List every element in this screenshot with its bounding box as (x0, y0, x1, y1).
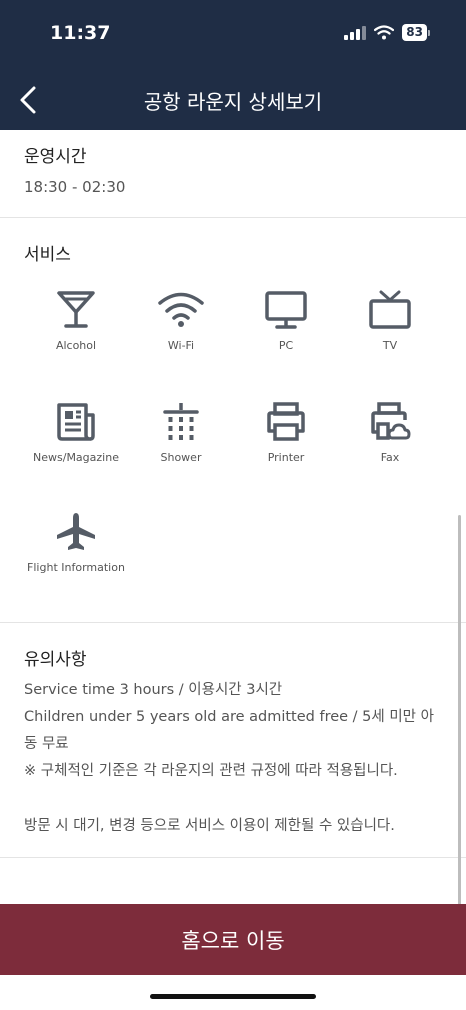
fax-icon (371, 402, 411, 440)
service-label: Alcohol (55, 339, 97, 352)
service-label: Shower (160, 451, 202, 464)
services-title: 서비스 (24, 245, 71, 265)
hours-title: 운영시간 (24, 147, 87, 167)
service-label: PC (278, 339, 294, 352)
note-line: 동 무료 (24, 736, 69, 752)
airplane-icon (57, 513, 95, 550)
service-label: Wi-Fi (167, 339, 195, 352)
status-indicators: 83 (344, 24, 430, 41)
service-fax: Fax (340, 402, 440, 464)
note-line: Children under 5 years old are admitted … (24, 709, 434, 725)
go-home-button[interactable]: 홈으로 이동 (0, 904, 466, 975)
printer-icon (267, 402, 305, 441)
notes-title: 유의사항 (24, 650, 87, 670)
wifi-icon (158, 292, 204, 327)
service-printer: Printer (236, 402, 336, 464)
wifi-status-icon (374, 25, 395, 40)
service-label: TV (382, 339, 398, 352)
hours-value: 18:30 - 02:30 (24, 178, 126, 196)
hours-section: 운영시간 18:30 - 02:30 (0, 130, 466, 218)
status-time: 11:37 (50, 22, 111, 44)
service-flight-information: Flight Information (26, 512, 126, 574)
notes-section: 유의사항 Service time 3 hours / 이용시간 3시간 Chi… (0, 623, 466, 858)
shower-icon (163, 403, 199, 440)
home-indicator (150, 994, 316, 999)
service-label: News/Magazine (33, 451, 119, 464)
monitor-icon (265, 291, 307, 329)
service-pc: PC (236, 290, 336, 352)
note-line: Service time 3 hours / 이용시간 3시간 (24, 682, 283, 698)
newspaper-icon (57, 403, 95, 441)
battery-level: 83 (402, 24, 427, 41)
scrollbar[interactable] (458, 515, 461, 915)
service-label: Printer (267, 451, 305, 464)
tv-icon (369, 290, 411, 329)
note-line: ※ 구체적인 기준은 각 라운지의 관련 규정에 따라 적용됩니다. (24, 763, 398, 779)
cocktail-icon (57, 291, 95, 328)
cellular-signal-icon (344, 25, 367, 40)
service-tv: TV (340, 290, 440, 352)
battery-icon: 83 (402, 24, 430, 41)
services-section: 서비스 Alcohol Wi-Fi PC TV News/Magazine Sh… (0, 218, 466, 623)
service-shower: Shower (131, 402, 231, 464)
service-wifi: Wi-Fi (131, 290, 231, 352)
service-label: Fax (380, 451, 400, 464)
service-alcohol: Alcohol (26, 290, 126, 352)
service-news-magazine: News/Magazine (26, 402, 126, 464)
page-title: 공항 라운지 상세보기 (143, 90, 323, 114)
service-label: Flight Information (27, 561, 125, 574)
note-line: 방문 시 대기, 변경 등으로 서비스 이용이 제한될 수 있습니다. (24, 818, 395, 834)
top-header: 11:37 83 공항 라운지 상세보기 (0, 0, 466, 130)
